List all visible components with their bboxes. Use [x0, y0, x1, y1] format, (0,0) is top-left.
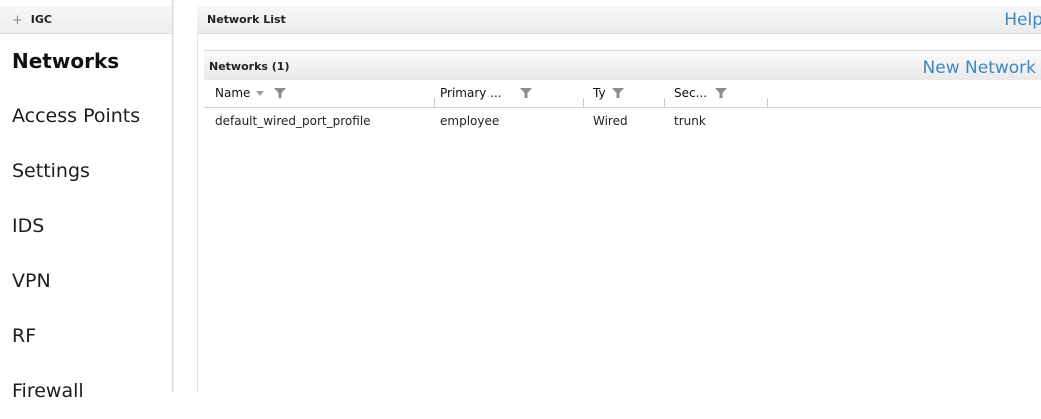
- sort-desc-icon[interactable]: [256, 91, 265, 96]
- sidebar-item-label: VPN: [12, 270, 51, 292]
- column-separator[interactable]: [583, 98, 584, 107]
- column-header-label: Ty: [593, 86, 606, 100]
- sidebar-item-label: Firewall: [12, 380, 84, 402]
- sidebar-item-ids[interactable]: IDS: [0, 199, 172, 254]
- page-title: Network List: [207, 13, 286, 26]
- expand-icon[interactable]: +: [12, 13, 23, 28]
- networks-section-header: Networks (1) New Network: [204, 50, 1041, 80]
- filter-icon[interactable]: [274, 88, 287, 98]
- column-separator[interactable]: [664, 98, 665, 107]
- column-separator[interactable]: [434, 98, 435, 107]
- filter-icon[interactable]: [612, 88, 625, 98]
- table-row[interactable]: default_wired_port_profile employee Wire…: [204, 108, 1041, 134]
- column-header-name[interactable]: Name: [215, 81, 437, 107]
- help-link[interactable]: Help: [1004, 6, 1041, 34]
- sidebar-header[interactable]: + IGC: [0, 6, 172, 34]
- column-header-label: Primary ...: [440, 86, 502, 100]
- column-header-label: Sec...: [674, 86, 708, 100]
- column-header-label: Name: [215, 86, 251, 100]
- main-header: Network List Help: [197, 6, 1041, 34]
- sidebar-item-label: IDS: [12, 215, 45, 237]
- cell-name: default_wired_port_profile: [215, 114, 371, 128]
- sidebar-item-label: Access Points: [12, 105, 141, 127]
- column-header-primary[interactable]: Primary ...: [440, 81, 585, 107]
- networks-panel: Networks (1) New Network Name Primary ..…: [204, 50, 1041, 370]
- filter-icon[interactable]: [520, 88, 533, 98]
- sidebar-header-title: IGC: [30, 13, 52, 26]
- sidebar-item-settings[interactable]: Settings: [0, 144, 172, 199]
- sidebar-item-label: Networks: [12, 49, 120, 73]
- networks-title: Networks (1): [209, 60, 290, 73]
- sidebar-item-rf[interactable]: RF: [0, 309, 172, 364]
- column-header-type[interactable]: Ty: [593, 81, 673, 107]
- sidebar: + IGC Networks Access Points Settings ID…: [0, 0, 173, 402]
- sidebar-nav: Networks Access Points Settings IDS VPN …: [0, 34, 172, 419]
- column-header-security[interactable]: Sec...: [674, 81, 774, 107]
- main-panel: Networks (1) New Network Name Primary ..…: [197, 34, 1041, 392]
- networks-table-header: Name Primary ... Ty Sec...: [204, 81, 1041, 108]
- sidebar-item-access-points[interactable]: Access Points: [0, 89, 172, 144]
- new-network-link[interactable]: New Network: [923, 51, 1036, 85]
- cell-security: trunk: [674, 114, 706, 128]
- sidebar-item-networks[interactable]: Networks: [0, 34, 172, 89]
- sidebar-item-label: Settings: [12, 160, 90, 182]
- sidebar-item-vpn[interactable]: VPN: [0, 254, 172, 309]
- cell-type: Wired: [593, 114, 628, 128]
- filter-icon[interactable]: [714, 88, 727, 98]
- sidebar-item-label: RF: [12, 325, 37, 347]
- column-separator[interactable]: [767, 98, 768, 107]
- cell-primary: employee: [440, 114, 500, 128]
